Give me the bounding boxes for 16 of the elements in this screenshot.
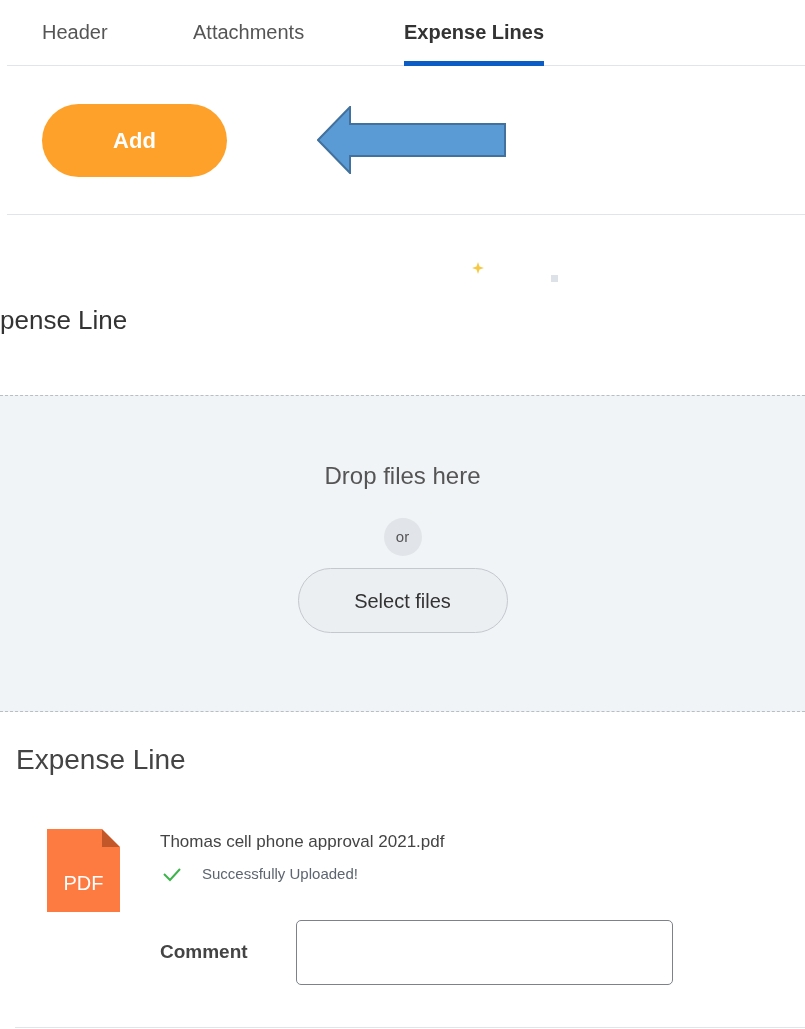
comment-field[interactable] — [296, 920, 673, 985]
tab[interactable]: Expense Lines — [404, 0, 545, 66]
section-title: pense Line — [0, 307, 128, 333]
tab[interactable]: Attachments — [193, 0, 305, 66]
or-separator: or — [383, 518, 422, 556]
pdf-file-icon: PDF — [47, 829, 120, 912]
select-files-button[interactable]: Select files — [297, 568, 508, 633]
arrow-icon — [317, 106, 507, 174]
sparkle-icon — [472, 262, 484, 274]
drop-prompt: Drop files here — [324, 461, 481, 491]
upload-status: Successfully Uploaded! — [202, 864, 358, 884]
tab[interactable]: Header — [42, 0, 108, 66]
file-name: Thomas cell phone approval 2021.pdf — [160, 831, 445, 853]
drop-zone[interactable]: Drop files here or Select files — [0, 395, 805, 712]
section-title: Expense Line — [16, 744, 187, 776]
comment-label: Comment — [160, 940, 249, 965]
